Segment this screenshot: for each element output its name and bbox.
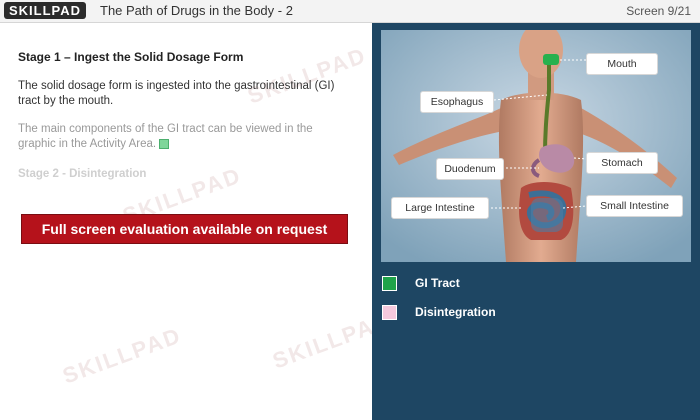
disintegration-swatch-icon <box>382 305 397 321</box>
activity-area: Mouth Esophagus Duodenum Stomach Large I… <box>372 23 700 420</box>
watermark: SKILLPAD <box>59 322 185 389</box>
gi-tract-graphic: Mouth Esophagus Duodenum Stomach Large I… <box>381 30 691 262</box>
legend-gi-tract-label: GI Tract <box>415 276 460 290</box>
activity-hint: The main components of the GI tract can … <box>18 122 348 152</box>
course-title: The Path of Drugs in the Body - 2 <box>100 3 293 18</box>
label-large-intestine[interactable]: Large Intestine <box>391 197 489 219</box>
legend-disintegration[interactable]: Disintegration <box>382 304 496 321</box>
legend-disintegration-label: Disintegration <box>415 305 496 319</box>
label-esophagus[interactable]: Esophagus <box>420 91 494 113</box>
content-panel: SKILLPAD SKILLPAD SKILLPAD SKILLPAD Stag… <box>0 23 395 420</box>
stage1-paragraph: The solid dosage form is ingested into t… <box>18 80 335 107</box>
label-stomach[interactable]: Stomach <box>586 152 658 174</box>
label-mouth[interactable]: Mouth <box>586 53 658 75</box>
stage2-heading: Stage 2 - Disintegration <box>18 168 147 180</box>
label-small-intestine[interactable]: Small Intestine <box>586 195 683 217</box>
screen-counter: Screen 9/21 <box>626 4 691 18</box>
gi-tract-marker-icon <box>159 138 170 149</box>
label-duodenum[interactable]: Duodenum <box>436 158 504 180</box>
evaluation-banner: Full screen evaluation available on requ… <box>21 214 348 244</box>
title-bar: SKILLPAD The Path of Drugs in the Body -… <box>0 0 700 23</box>
stage1-heading: Stage 1 – Ingest the Solid Dosage Form <box>18 50 244 64</box>
skillpad-logo: SKILLPAD <box>4 2 86 19</box>
legend-gi-tract[interactable]: GI Tract <box>382 275 460 292</box>
gi-tract-swatch-icon <box>382 276 397 292</box>
